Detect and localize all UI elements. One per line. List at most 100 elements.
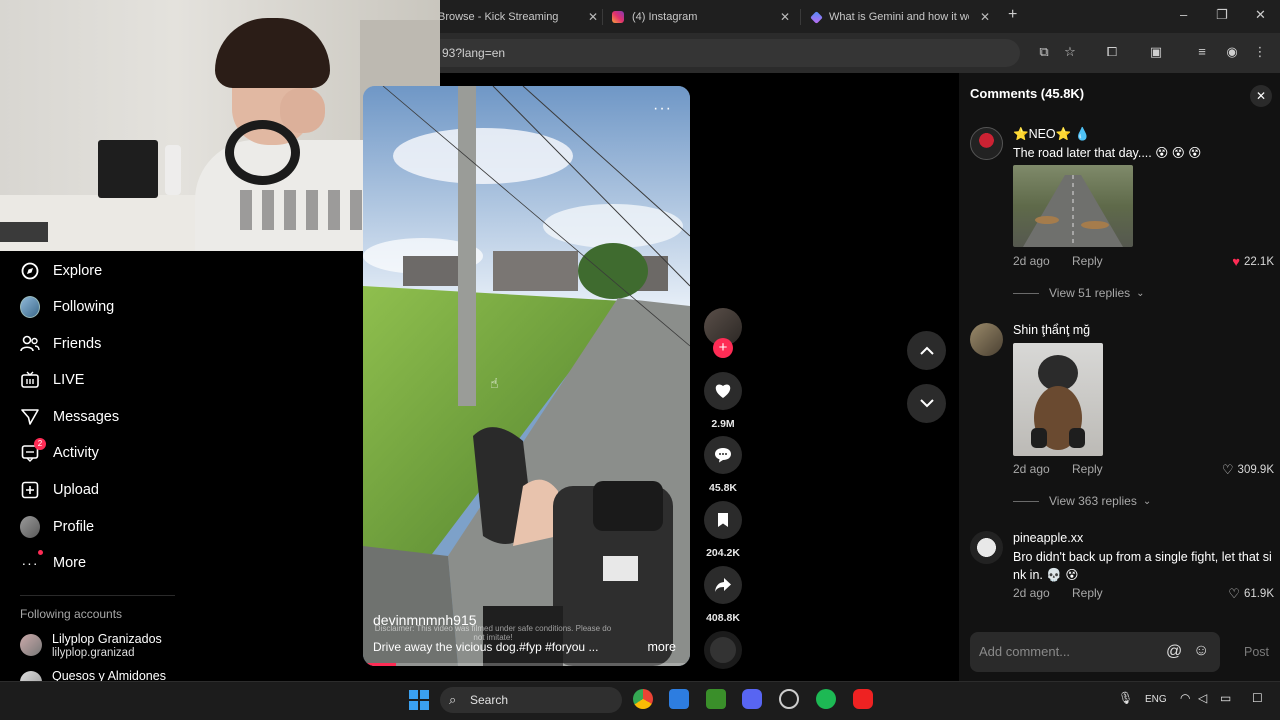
url-text[interactable]: 93?lang=en: [442, 46, 505, 60]
nav-following[interactable]: Following: [20, 295, 114, 319]
nav-label: Activity: [53, 445, 99, 461]
comment-action: 45.8K: [703, 436, 743, 494]
nav-live[interactable]: LIVE: [20, 368, 84, 392]
side-panel-icon[interactable]: ▣: [1148, 44, 1164, 60]
post-button[interactable]: Post: [1244, 645, 1269, 659]
nav-activity[interactable]: 2 Activity: [20, 438, 99, 465]
battery-icon[interactable]: ▭: [1220, 691, 1231, 705]
close-tab-icon[interactable]: ✕: [780, 10, 790, 24]
bookmark-star-icon[interactable]: ☆: [1062, 44, 1078, 60]
emoji-icon[interactable]: ☺: [1193, 642, 1209, 660]
new-tab-button[interactable]: +: [1008, 6, 1017, 24]
chevron-down-icon: ⌄: [1142, 495, 1152, 507]
nav-more[interactable]: ··· More: [20, 550, 86, 575]
comment-like-button[interactable]: ♥ 22.1K: [1232, 254, 1274, 269]
heart-icon: [715, 384, 731, 398]
video-caption: Drive away the vicious dog.#fyp #foryou …: [373, 640, 599, 654]
video-player[interactable]: ··· devinmnmnh915 Disclaimer: This video…: [363, 86, 690, 666]
heart-outline-icon: ♡: [1228, 586, 1240, 601]
tab-kick[interactable]: Browse - Kick Streaming ✕: [438, 4, 598, 30]
reply-button[interactable]: Reply: [1072, 254, 1103, 268]
close-window-button[interactable]: ✕: [1255, 7, 1266, 23]
comment-like-button[interactable]: ♡ 309.9K: [1222, 462, 1274, 478]
nav-label: Friends: [53, 336, 102, 352]
save-count: 204.2K: [706, 547, 740, 559]
video-options-icon[interactable]: ···: [653, 100, 672, 118]
windows-start-icon[interactable]: [409, 690, 429, 710]
more-dots-icon: ···: [20, 550, 43, 573]
app-icon[interactable]: [853, 689, 873, 709]
wifi-icon[interactable]: ◠: [1180, 691, 1190, 705]
avatar[interactable]: [970, 531, 1003, 564]
language-indicator[interactable]: ENG: [1145, 694, 1167, 705]
volume-icon[interactable]: ◁: [1198, 691, 1207, 705]
install-app-icon[interactable]: ⧉: [1036, 44, 1052, 60]
tab-title: (4) Instagram: [632, 11, 698, 23]
discord-icon[interactable]: [742, 689, 762, 709]
comments-panel: Comments (45.8K) ✕ ⭐NEO⭐ 💧 The road late…: [959, 73, 1280, 681]
profile-icon[interactable]: ◉: [1224, 44, 1240, 60]
video-progress-bar[interactable]: [363, 663, 690, 666]
previous-video-button[interactable]: [907, 331, 946, 370]
comment-like-button[interactable]: ♡ 61.9K: [1228, 586, 1274, 602]
tab-gemini[interactable]: What is Gemini and how it work ✕: [810, 4, 990, 30]
gemini-icon: [810, 10, 823, 24]
comment-username[interactable]: Shin ţhẩnţ mğ: [1013, 323, 1090, 337]
webcam-keyboard: [0, 222, 48, 242]
view-replies-button[interactable]: View 51 replies ⌄: [1013, 286, 1145, 300]
avatar[interactable]: [970, 323, 1003, 356]
comment-username[interactable]: ⭐NEO⭐ 💧: [1013, 127, 1090, 142]
share-arrow-icon: [715, 578, 731, 592]
nav-messages[interactable]: Messages: [20, 405, 119, 429]
tab-instagram[interactable]: (4) Instagram ✕: [612, 4, 790, 30]
follow-plus-icon[interactable]: +: [713, 338, 733, 358]
close-tab-icon[interactable]: ✕: [588, 10, 598, 24]
notifications-icon[interactable]: ☐: [1252, 691, 1263, 705]
close-tab-icon[interactable]: ✕: [980, 10, 990, 24]
spotify-icon[interactable]: [816, 689, 836, 709]
tab-title: Browse - Kick Streaming: [438, 11, 559, 23]
divider: [20, 595, 175, 596]
comment-image[interactable]: [1013, 343, 1103, 456]
taskbar-search[interactable]: [440, 687, 622, 713]
browser-menu-icon[interactable]: ⋮: [1252, 44, 1268, 60]
share-button[interactable]: [704, 566, 742, 604]
comment-username[interactable]: pineapple.xx: [1013, 531, 1083, 545]
media-control-icon[interactable]: ≡: [1194, 44, 1210, 60]
reply-button[interactable]: Reply: [1072, 462, 1103, 476]
divider: [1013, 292, 1039, 294]
avatar[interactable]: [970, 127, 1003, 160]
nav-explore[interactable]: Explore: [20, 259, 102, 283]
comment-text: The road later that day.... 😵 😵 😵: [1013, 146, 1202, 160]
view-replies-label: View 51 replies: [1049, 286, 1131, 300]
nav-upload[interactable]: Upload: [20, 478, 99, 502]
microphone-icon[interactable]: 🎙: [1118, 691, 1133, 705]
mention-icon[interactable]: @: [1166, 643, 1182, 661]
comment-like-count: 61.9K: [1243, 588, 1274, 600]
extensions-icon[interactable]: ⧠: [1104, 44, 1120, 60]
chrome-icon[interactable]: [633, 689, 653, 709]
obs-icon[interactable]: [779, 689, 799, 709]
like-button[interactable]: [704, 372, 742, 410]
nav-profile[interactable]: Profile: [20, 515, 94, 539]
reply-button[interactable]: Reply: [1072, 586, 1103, 600]
maximize-button[interactable]: ❐: [1216, 7, 1228, 23]
nav-friends[interactable]: Friends: [20, 332, 101, 356]
hand-cursor-icon: ☝: [490, 375, 499, 391]
minimize-button[interactable]: –: [1180, 7, 1187, 22]
comment-image[interactable]: [1013, 165, 1133, 247]
taskbar-search-label: Search: [470, 693, 509, 707]
save-button[interactable]: [704, 501, 742, 539]
share-action: 408.8K: [703, 566, 743, 624]
view-replies-button[interactable]: View 363 replies ⌄: [1013, 494, 1151, 508]
caption-more-button[interactable]: more: [648, 640, 676, 654]
minecraft-icon[interactable]: [706, 689, 726, 709]
next-video-button[interactable]: [907, 384, 946, 423]
following-account[interactable]: Lilyplop Granizados lilyplop.granizad: [20, 632, 162, 660]
progress-fill: [363, 663, 396, 666]
tab-divider: [602, 9, 603, 25]
close-comments-button[interactable]: ✕: [1250, 85, 1272, 107]
comment-button[interactable]: [704, 436, 742, 474]
store-icon[interactable]: [669, 689, 689, 709]
music-disc-icon[interactable]: [704, 631, 742, 669]
